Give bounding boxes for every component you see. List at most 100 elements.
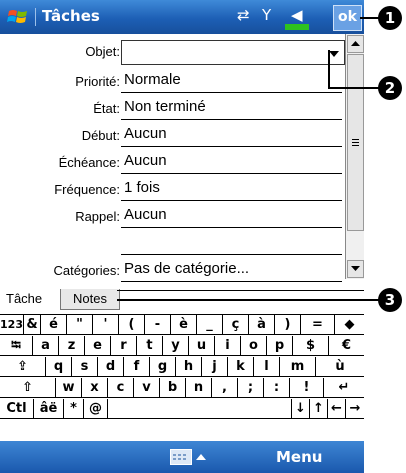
due-value[interactable]: Aucun <box>124 152 167 169</box>
callout-line-3 <box>117 299 380 301</box>
categories-row[interactable]: Catégories: Pas de catégorie... <box>0 257 345 284</box>
key[interactable]: ' <box>93 315 119 335</box>
arrow-left-key[interactable]: ← <box>328 399 346 419</box>
key[interactable]: è <box>171 315 197 335</box>
connectivity-icon[interactable]: ⇄ <box>237 6 250 24</box>
key[interactable]: " <box>67 315 93 335</box>
key[interactable]: à <box>249 315 275 335</box>
keyboard-keys-icon <box>173 454 186 460</box>
key[interactable]: ( <box>119 315 145 335</box>
reminder-row[interactable]: Rappel: Aucun <box>0 203 345 230</box>
key[interactable]: ; <box>238 378 264 398</box>
key[interactable]: $ <box>293 336 329 356</box>
key[interactable]: l <box>254 357 280 377</box>
start-row[interactable]: Début: Aucun <box>0 122 345 149</box>
scroll-thumb[interactable] <box>347 54 364 231</box>
key[interactable]: - <box>145 315 171 335</box>
key[interactable]: _ <box>197 315 223 335</box>
dropdown-arrow-icon[interactable] <box>329 51 339 57</box>
key-123[interactable]: 123 <box>0 315 24 335</box>
caps-lock-key[interactable]: ⇪ <box>0 357 46 377</box>
key[interactable]: y <box>163 336 189 356</box>
key[interactable]: w <box>56 378 82 398</box>
key[interactable]: z <box>59 336 85 356</box>
key[interactable]: ) <box>275 315 301 335</box>
row-divider <box>121 146 342 147</box>
row-divider <box>121 281 342 282</box>
ok-button[interactable]: ok <box>333 5 362 31</box>
key[interactable]: ù <box>316 357 364 377</box>
status-value[interactable]: Non terminé <box>124 98 206 115</box>
key[interactable]: p <box>267 336 293 356</box>
key[interactable]: é <box>41 315 67 335</box>
arrow-right-key[interactable]: → <box>346 399 364 419</box>
key[interactable]: * <box>64 399 84 419</box>
key[interactable]: ç <box>223 315 249 335</box>
reminder-value[interactable]: Aucun <box>124 206 167 223</box>
keyboard-icon[interactable] <box>170 449 192 465</box>
key[interactable]: i <box>215 336 241 356</box>
key[interactable]: n <box>186 378 212 398</box>
key[interactable]: u <box>189 336 215 356</box>
subject-input[interactable] <box>121 40 345 65</box>
categories-value[interactable]: Pas de catégorie... <box>124 260 249 277</box>
callout-2: 2 <box>378 76 402 100</box>
arrow-up-key[interactable]: ↑ <box>310 399 328 419</box>
tab-task[interactable]: Tâche <box>2 289 47 309</box>
key[interactable]: s <box>72 357 98 377</box>
menu-button[interactable]: Menu <box>276 448 322 466</box>
input-panel-arrow-icon[interactable] <box>196 454 206 460</box>
due-label: Échéance: <box>58 155 120 170</box>
frequency-row[interactable]: Fréquence: 1 fois <box>0 176 345 203</box>
key[interactable]: b <box>160 378 186 398</box>
key[interactable]: : <box>264 378 290 398</box>
signal-off-icon[interactable]: Y <box>262 6 271 24</box>
key[interactable]: € <box>329 336 364 356</box>
vertical-scrollbar[interactable] <box>345 34 364 279</box>
key[interactable]: t <box>137 336 163 356</box>
key[interactable]: h <box>176 357 202 377</box>
key[interactable]: k <box>228 357 254 377</box>
battery-icon <box>285 24 309 30</box>
windows-start-icon[interactable] <box>7 6 29 28</box>
categories-label: Catégories: <box>53 263 120 278</box>
scroll-up-button[interactable] <box>347 35 364 53</box>
key[interactable]: c <box>108 378 134 398</box>
backspace-key[interactable]: ◆ <box>335 315 364 335</box>
key[interactable]: = <box>301 315 335 335</box>
arrow-down-key[interactable]: ↓ <box>292 399 310 419</box>
subject-label: Objet: <box>85 44 120 59</box>
frequency-value[interactable]: 1 fois <box>124 179 160 196</box>
row-divider <box>121 92 342 93</box>
key[interactable]: d <box>98 357 124 377</box>
status-row[interactable]: État: Non terminé <box>0 95 345 122</box>
volume-icon[interactable]: ◀ <box>291 6 303 24</box>
scroll-down-button[interactable] <box>347 260 364 278</box>
key[interactable]: v <box>134 378 160 398</box>
key[interactable]: ! <box>290 378 324 398</box>
key[interactable]: & <box>24 315 41 335</box>
shift-key[interactable]: ⇧ <box>0 378 56 398</box>
key[interactable]: e <box>85 336 111 356</box>
priority-row[interactable]: Priorité: Normale <box>0 68 345 95</box>
space-key[interactable] <box>108 399 292 419</box>
key[interactable]: a <box>33 336 59 356</box>
key[interactable]: @ <box>84 399 108 419</box>
enter-key[interactable]: ↵ <box>324 378 364 398</box>
ctrl-key[interactable]: Ctl <box>0 399 34 419</box>
key[interactable]: j <box>202 357 228 377</box>
start-value[interactable]: Aucun <box>124 125 167 142</box>
key[interactable]: r <box>111 336 137 356</box>
key[interactable]: o <box>241 336 267 356</box>
priority-value[interactable]: Normale <box>124 71 181 88</box>
key[interactable]: q <box>46 357 72 377</box>
tab-notes[interactable]: Notes <box>60 289 120 310</box>
tab-key[interactable]: ⭾ <box>0 336 33 356</box>
key[interactable]: f <box>124 357 150 377</box>
key[interactable]: g <box>150 357 176 377</box>
due-row[interactable]: Échéance: Aucun <box>0 149 345 176</box>
key[interactable]: , <box>212 378 238 398</box>
key[interactable]: m <box>280 357 316 377</box>
key[interactable]: x <box>82 378 108 398</box>
accent-key[interactable]: âë <box>34 399 64 419</box>
